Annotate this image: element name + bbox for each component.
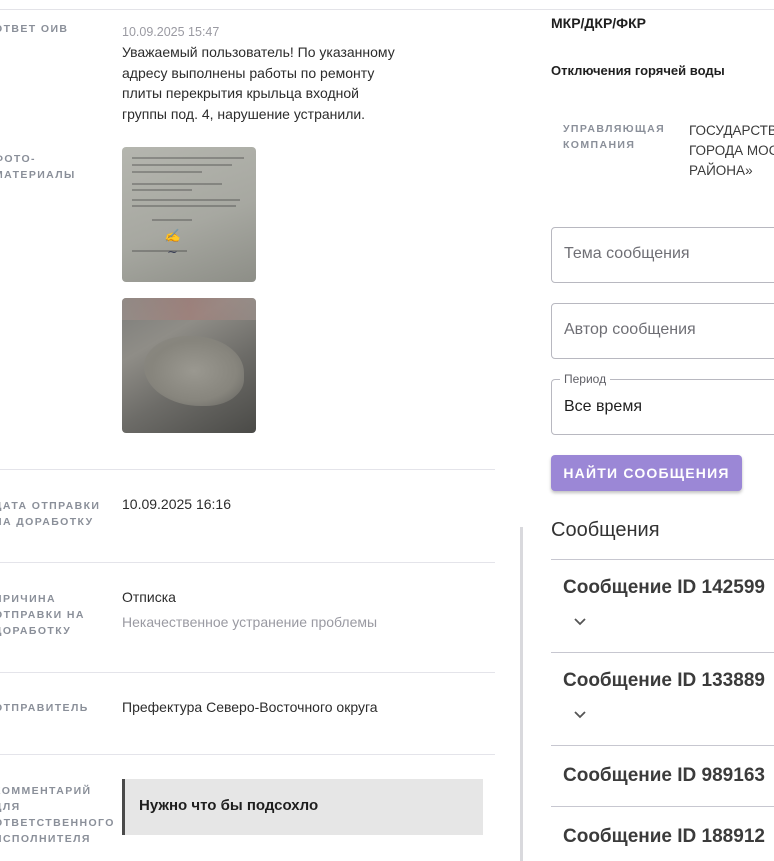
scrollbar[interactable]	[520, 527, 523, 861]
reason-detail: Некачественное устранение проблемы	[122, 614, 378, 630]
management-company-value: ГОСУДАРСТВ ГОРОДА МОС РАЙОНА»	[689, 121, 774, 181]
oiv-reply-text: Уважаемый пользователь! По указанному ад…	[122, 42, 395, 124]
find-messages-button[interactable]: НАЙТИ СООБЩЕНИЯ	[551, 455, 742, 491]
sender-value: Префектура Северо-Восточного округа	[122, 699, 378, 715]
oiv-reply-line: группы под. 4, нарушение устранили.	[122, 105, 366, 122]
management-company-label-line: управляющая	[563, 123, 666, 135]
comment-label-line: для	[0, 801, 21, 813]
management-company-line: ГОСУДАРСТВ	[689, 123, 774, 138]
photo-repair-thumbnail[interactable]	[122, 298, 256, 433]
oiv-reply-label: ответ ОИВ	[0, 23, 69, 35]
list-divider	[551, 559, 774, 560]
message-title: Сообщение ID 188912	[563, 826, 765, 847]
period-label: Период	[560, 372, 611, 386]
oiv-reply-line: адресу выполнены работы по ремонту	[122, 64, 375, 81]
executor-comment: Нужно что бы подсохло	[122, 779, 483, 835]
management-company-label: управляющая компания	[563, 121, 666, 153]
send-date-label-line: на доработку	[0, 516, 94, 528]
appeal-sidebar: МКР/ДКР/ФКР Отключения горячей воды упра…	[527, 0, 774, 861]
oiv-reply-line: Уважаемый пользователь! По указанному	[122, 44, 395, 60]
author-placeholder: Автор сообщения	[564, 321, 696, 338]
messages-heading: Сообщения	[551, 519, 660, 541]
comment-label-line: комментарий	[0, 785, 92, 797]
comment-label: комментарий для ответственного исполните…	[0, 783, 115, 847]
management-company-line: ГОРОДА МОС	[689, 143, 774, 158]
oiv-reply-timestamp: 10.09.2025 15:47	[122, 25, 220, 39]
photos-label-line: материалы	[0, 169, 76, 181]
subcategory-label: Отключения горячей воды	[551, 63, 725, 78]
send-date-value: 10.09.2025 16:16	[122, 496, 231, 512]
comment-label-line: ответственного	[0, 817, 115, 829]
author-input[interactable]: Автор сообщения	[551, 303, 774, 359]
reason-value: Отписка	[122, 589, 176, 605]
reason-label-line: причина	[0, 593, 56, 605]
reason-label-line: отправки на	[0, 609, 85, 621]
row-divider	[0, 754, 495, 755]
chevron-down-icon[interactable]	[573, 615, 587, 629]
period-value: Все время	[564, 398, 642, 415]
reason-label: причина отправки на доработку	[0, 591, 104, 639]
list-divider	[551, 745, 774, 746]
row-divider	[0, 562, 495, 563]
photo-document-thumbnail[interactable]: ✍ ~	[122, 147, 256, 282]
list-divider	[551, 806, 774, 807]
photos-label-line: фото-	[0, 153, 36, 165]
sender-label: отправитель	[0, 702, 89, 714]
row-divider	[0, 469, 495, 470]
photos-label: фото- материалы	[0, 151, 104, 183]
topic-input[interactable]: Тема сообщения	[551, 227, 774, 283]
management-company-label-line: компания	[563, 139, 636, 151]
topic-placeholder: Тема сообщения	[564, 245, 690, 262]
reason-label-line: доработку	[0, 625, 72, 637]
management-company-line: РАЙОНА»	[689, 163, 753, 178]
message-title: Сообщение ID 133889	[563, 670, 765, 691]
row-divider	[0, 672, 495, 673]
send-date-label-line: дата отправки	[0, 500, 101, 512]
chevron-down-icon[interactable]	[573, 708, 587, 722]
comment-label-line: исполнителя	[0, 833, 91, 845]
message-title: Сообщение ID 989163	[563, 765, 765, 786]
oiv-reply-line: плиты перекрытия крыльца входной	[122, 85, 359, 101]
category-label: МКР/ДКР/ФКР	[551, 15, 647, 31]
period-select[interactable]: Период Все время	[551, 372, 774, 435]
appeal-details-panel: ответ ОИВ 10.09.2025 15:47 Уважаемый пол…	[0, 0, 527, 861]
send-date-label: дата отправки на доработку	[0, 498, 104, 530]
message-title: Сообщение ID 142599	[563, 577, 765, 598]
list-divider	[551, 652, 774, 653]
